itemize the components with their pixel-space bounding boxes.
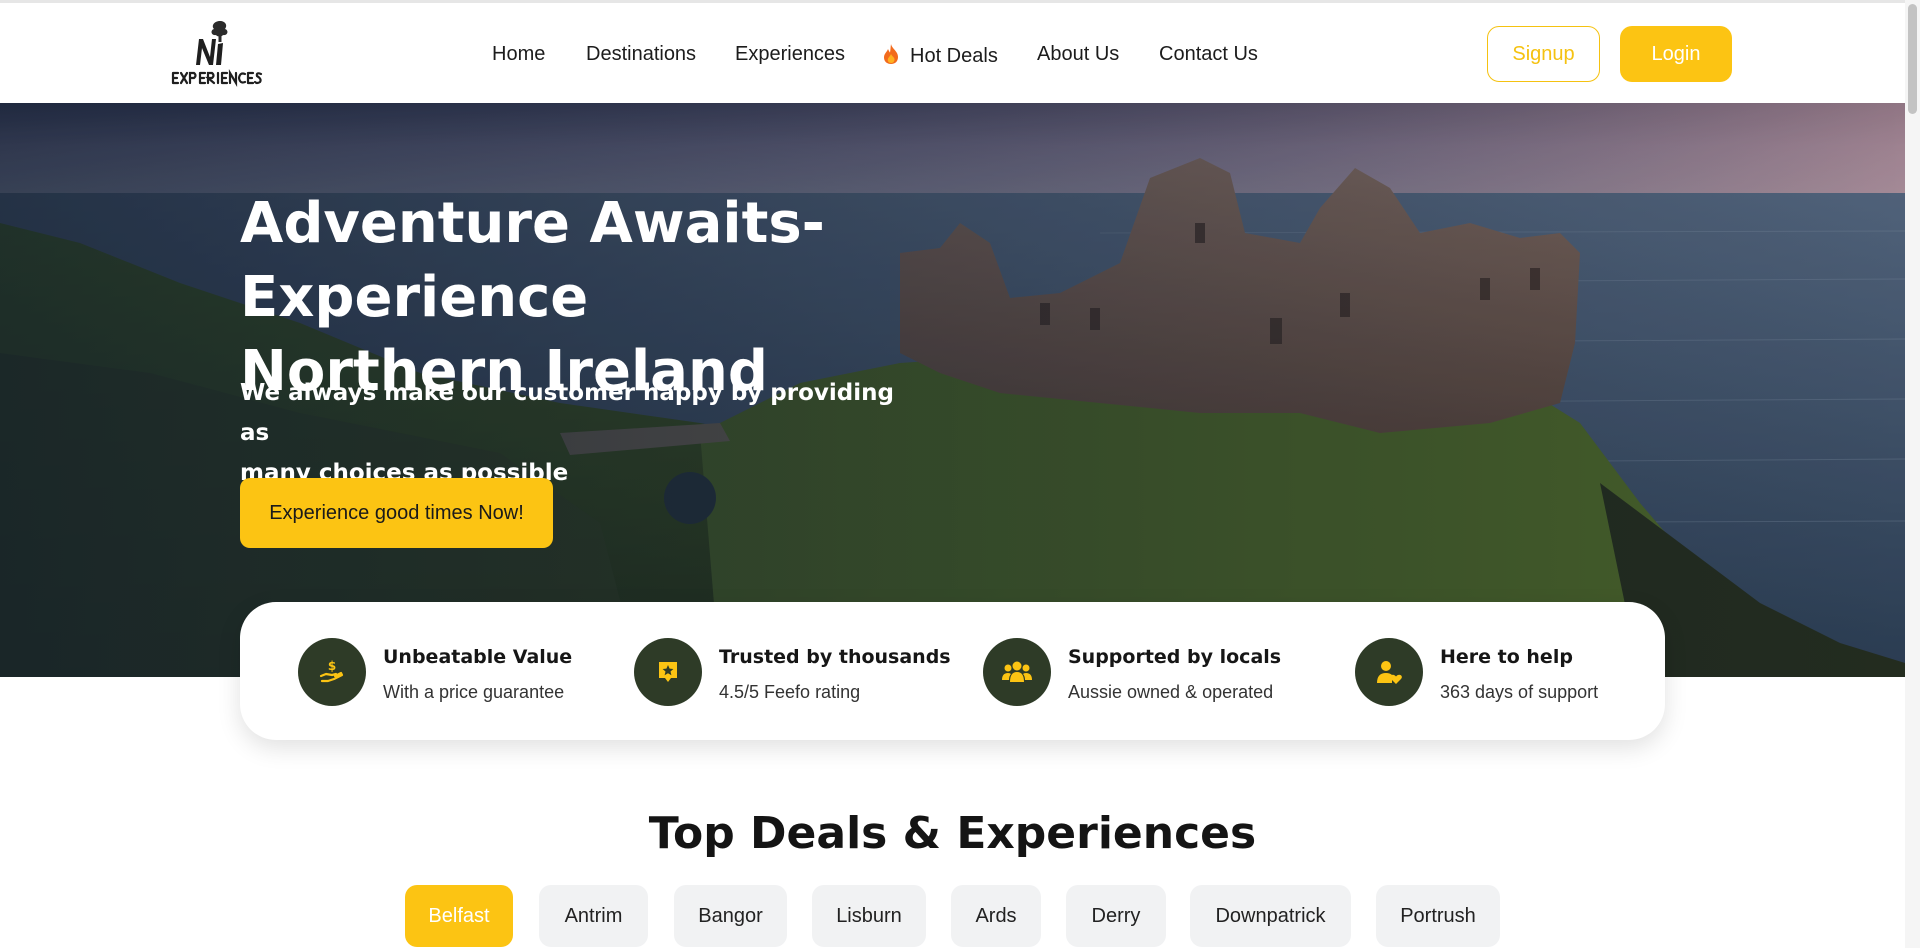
tab-ards[interactable]: Ards bbox=[951, 885, 1041, 947]
people-group-icon bbox=[983, 638, 1051, 706]
fire-icon bbox=[884, 44, 898, 64]
site-header: Home Destinations Experiences Hot Deals … bbox=[0, 3, 1905, 103]
feature-title: Unbeatable Value bbox=[383, 646, 573, 668]
nav-contact-us[interactable]: Contact Us bbox=[1159, 43, 1258, 66]
hero-banner: Adventure Awaits-Experience Northern Ire… bbox=[0, 103, 1905, 677]
tab-downpatrick[interactable]: Downpatrick bbox=[1190, 885, 1351, 947]
page-scrollbar[interactable] bbox=[1905, 0, 1920, 948]
signup-button[interactable]: Signup bbox=[1487, 26, 1600, 82]
feature-text: 363 days of support bbox=[1440, 682, 1599, 702]
svg-text:$: $ bbox=[328, 659, 336, 673]
login-button[interactable]: Login bbox=[1620, 26, 1732, 82]
nav-experiences[interactable]: Experiences bbox=[735, 43, 845, 66]
tab-lisburn[interactable]: Lisburn bbox=[812, 885, 926, 947]
top-deals-title: Top Deals & Experiences bbox=[648, 808, 1257, 859]
hero-title-line-1: Adventure Awaits-Experience bbox=[240, 191, 825, 330]
feature-text: 4.5/5 Feefo rating bbox=[719, 682, 861, 702]
tab-portrush[interactable]: Portrush bbox=[1376, 885, 1500, 947]
feature-title: Supported by locals bbox=[1068, 646, 1282, 668]
tab-bangor[interactable]: Bangor bbox=[674, 885, 787, 947]
user-heart-icon bbox=[1355, 638, 1423, 706]
hero-cta-button[interactable]: Experience good times Now! bbox=[240, 478, 553, 548]
nav-about-us[interactable]: About Us bbox=[1037, 43, 1119, 66]
hero-subtitle: We always make our customer happy by pro… bbox=[240, 373, 900, 493]
nav-destinations[interactable]: Destinations bbox=[586, 43, 696, 66]
ni-experiences-logo[interactable] bbox=[170, 17, 266, 89]
tab-derry[interactable]: Derry bbox=[1066, 885, 1166, 947]
money-hand-icon: $ bbox=[298, 638, 366, 706]
tab-belfast[interactable]: Belfast bbox=[405, 885, 513, 947]
nav-hot-deals-label: Hot Deals bbox=[910, 45, 998, 67]
nav-hot-deals[interactable]: Hot Deals bbox=[882, 43, 998, 68]
scrollbar-thumb[interactable] bbox=[1908, 4, 1917, 114]
feature-title: Here to help bbox=[1440, 646, 1573, 668]
feature-title: Trusted by thousands bbox=[719, 646, 951, 668]
feature-text: With a price guarantee bbox=[383, 682, 565, 702]
nav-home[interactable]: Home bbox=[492, 43, 545, 66]
tab-antrim[interactable]: Antrim bbox=[539, 885, 648, 947]
star-badge-icon bbox=[634, 638, 702, 706]
hero-subtitle-line-1: We always make our customer happy by pro… bbox=[240, 380, 894, 446]
features-card: $ Unbeatable Value With a price guarante… bbox=[240, 602, 1665, 740]
feature-text: Aussie owned & operated bbox=[1068, 682, 1274, 702]
